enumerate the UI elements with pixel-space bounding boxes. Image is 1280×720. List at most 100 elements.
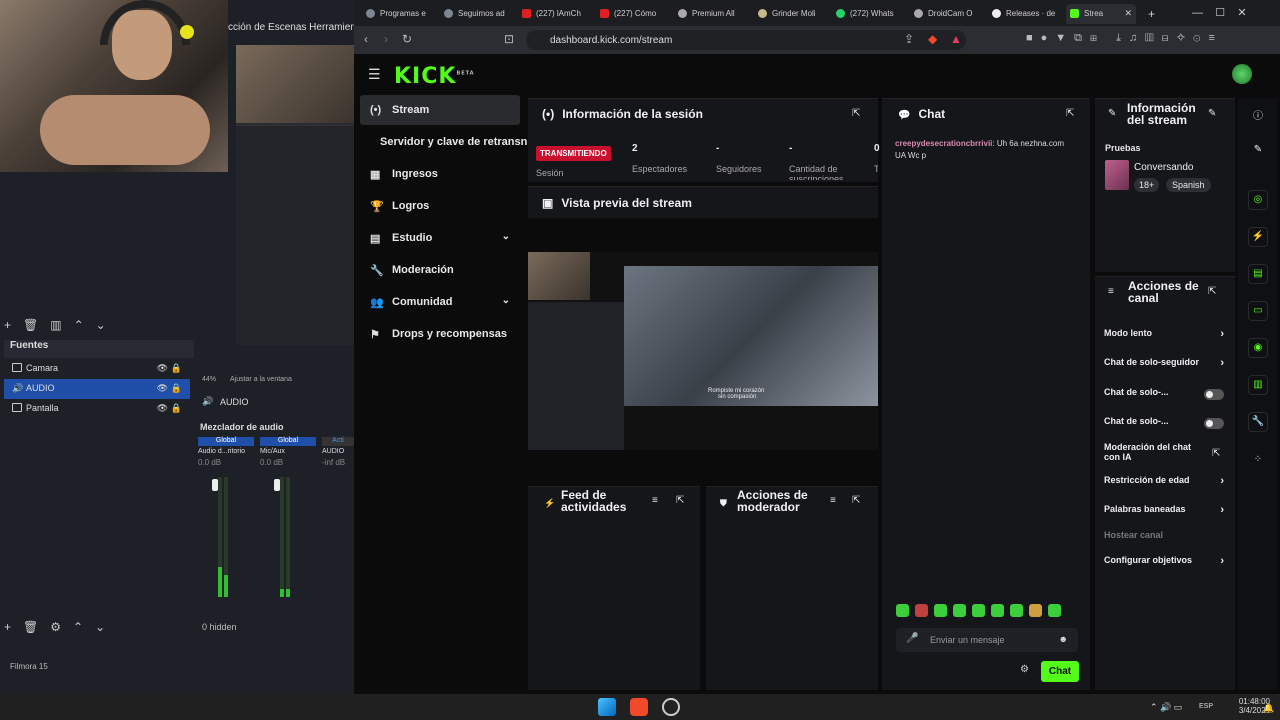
camera-icon[interactable]: ◎ (1248, 190, 1268, 210)
sidebar-item-servidor[interactable]: Servidor y clave de retransn (360, 127, 528, 157)
obs-menu[interactable]: cción de Escenas Herramienta (228, 22, 364, 33)
panel-icon[interactable]: ▥ (1248, 375, 1268, 395)
popout-icon[interactable]: ⇱ (676, 495, 684, 506)
up-icon[interactable]: ⌃ (73, 620, 83, 634)
wrench-icon[interactable]: 🔧 (1248, 412, 1268, 432)
browser-tab[interactable]: DroidCam O (910, 4, 984, 24)
filter-icon[interactable]: ≡ (830, 495, 836, 506)
browser-tab[interactable]: (227) lAmCh (518, 4, 590, 24)
gear-icon[interactable]: ⚙ (50, 620, 61, 634)
obs-zoom[interactable]: 44% (202, 376, 216, 383)
back-icon[interactable]: ‹ (364, 32, 368, 46)
action-configurar-objetivos[interactable]: Configurar objetivos › (1104, 555, 1224, 575)
action-moderacion-ia[interactable]: Moderación del chat con IA (1104, 442, 1204, 462)
add-icon[interactable]: + (4, 318, 11, 332)
filter-icon[interactable]: ▥ (50, 318, 61, 332)
eye-icon[interactable]: 👁 (157, 363, 168, 374)
mic-icon[interactable]: 🎤 (906, 633, 918, 644)
language-indicator[interactable]: ESP (1199, 703, 1213, 710)
external-link-icon[interactable]: ⇱ (1212, 448, 1220, 459)
send-chat-button[interactable]: Chat (1041, 661, 1079, 682)
emote-icon[interactable] (953, 604, 966, 617)
sidebar-item-drops[interactable]: ⚑ Drops y recompensas (360, 319, 520, 349)
brave-shield-icon[interactable]: ◆ (928, 32, 937, 46)
browser-tab[interactable]: Premium All (674, 4, 748, 24)
sidebar-item-moderacion[interactable]: 🔧 Moderación (360, 255, 520, 285)
lock-icon[interactable]: 🔒 (171, 363, 182, 374)
popout-icon[interactable]: ⇱ (852, 108, 860, 119)
popout-icon[interactable]: ⇱ (1066, 108, 1074, 119)
avatar[interactable] (1232, 64, 1252, 84)
emote-icon[interactable] (915, 604, 928, 617)
broadcast-icon[interactable]: ◉ (1248, 338, 1268, 358)
close-icon[interactable]: ✕ (1237, 7, 1246, 19)
volume-slider[interactable] (274, 479, 280, 491)
browser-tab[interactable]: (272) Whats (832, 4, 906, 24)
popout-icon[interactable]: ⇱ (1208, 286, 1216, 297)
eye-icon[interactable]: 👁 (157, 383, 168, 394)
browser-tab[interactable]: Grinder Moli (754, 4, 828, 24)
chat-input[interactable]: 🎤 Enviar un mensaje ☻ (896, 628, 1078, 652)
trash-icon[interactable]: 🗑 (23, 620, 38, 634)
action-restriccion-edad[interactable]: Restricción de edad › (1104, 475, 1224, 495)
brave-icon[interactable] (630, 698, 648, 716)
url-input[interactable]: dashboard.kick.com/stream (526, 30, 966, 50)
browser-tab[interactable]: Releases · de (988, 4, 1064, 24)
kick-logo[interactable]: KICKBETA (394, 64, 475, 89)
action-chat-solo-seguidores[interactable]: Chat de solo-seguidor › (1104, 357, 1224, 377)
stream-preview-video[interactable]: Rompiste mi corazón sin compasión (528, 252, 878, 450)
action-chat-solo-1[interactable]: Chat de solo-... (1104, 387, 1224, 407)
filter-icon[interactable]: ≡ (652, 495, 658, 506)
lock-icon[interactable]: 🔒 (171, 403, 182, 414)
info-icon[interactable]: ⓘ (1248, 104, 1268, 124)
browser-tab[interactable]: Seguimos ad (440, 4, 512, 24)
lock-icon[interactable]: 🔒 (171, 383, 182, 394)
extensions-bar[interactable]: ■●▼⧉⊞ ⤓♫▥⊟✧⊙≡ (1026, 32, 1223, 45)
action-palabras-baneadas[interactable]: Palabras baneadas › (1104, 504, 1224, 524)
edit-icon[interactable]: ✎ (1208, 108, 1216, 119)
browser-tab[interactable]: Programas e (362, 4, 434, 24)
add-icon[interactable]: + (4, 620, 11, 634)
emote-icon[interactable] (934, 604, 947, 617)
new-tab-button[interactable]: + (1144, 2, 1164, 22)
apps-icon[interactable]: ⁘ (1248, 451, 1268, 471)
popout-icon[interactable]: ⇱ (852, 495, 860, 506)
source-item-audio[interactable]: 🔊 AUDIO 👁 🔒 (4, 379, 190, 399)
obs-fit[interactable]: Ajustar a la ventana (230, 376, 292, 383)
bookmark-icon[interactable]: ⊡ (504, 32, 514, 46)
emote-icon[interactable] (991, 604, 1004, 617)
toggle-switch[interactable] (1204, 418, 1224, 429)
up-icon[interactable]: ⌃ (74, 318, 84, 332)
menu-icon[interactable]: ☰ (368, 66, 381, 83)
document-icon[interactable]: ▤ (1248, 264, 1268, 284)
bolt-icon[interactable]: ⚡ (1248, 227, 1268, 247)
sidebar-item-comunidad[interactable]: 👥 Comunidad ⌄ (360, 287, 520, 317)
notification-icon[interactable]: 🔔 (1263, 703, 1274, 714)
obs-icon[interactable] (662, 698, 680, 716)
sidebar-item-logros[interactable]: 🏆 Logros (360, 191, 520, 221)
emote-icon[interactable] (896, 604, 909, 617)
sidebar-item-ingresos[interactable]: ▦ Ingresos (360, 159, 520, 189)
sidebar-item-estudio[interactable]: ▤ Estudio ⌄ (360, 223, 520, 253)
eye-icon[interactable]: 👁 (157, 403, 168, 414)
source-item-pantalla[interactable]: Pantalla 👁 🔒 (4, 399, 190, 419)
pencil-icon[interactable]: ✎ (1248, 141, 1268, 161)
down-icon[interactable]: ⌄ (95, 620, 105, 634)
forward-icon[interactable]: › (384, 32, 388, 46)
action-chat-solo-2[interactable]: Chat de solo-... (1104, 416, 1224, 436)
source-item-camara[interactable]: Camara 👁 🔒 (4, 359, 190, 379)
trash-icon[interactable]: 🗑 (23, 318, 38, 332)
tray-icons[interactable]: ⌃ 🔊 ▭ (1150, 702, 1182, 713)
emote-icon[interactable] (1010, 604, 1023, 617)
maximize-icon[interactable]: ☐ (1215, 7, 1225, 19)
share-icon[interactable]: ⇪ (904, 32, 914, 46)
down-icon[interactable]: ⌄ (96, 318, 106, 332)
emoji-icon[interactable]: ☻ (1059, 634, 1068, 644)
audio-source-row[interactable]: 🔊 AUDIO (196, 393, 354, 413)
emote-icon[interactable] (1048, 604, 1061, 617)
emote-icon[interactable] (972, 604, 985, 617)
start-icon[interactable] (598, 698, 616, 716)
close-icon[interactable]: ✕ (1124, 8, 1132, 19)
gear-icon[interactable]: ⚙ (1020, 664, 1029, 675)
emote-icon[interactable] (1029, 604, 1042, 617)
